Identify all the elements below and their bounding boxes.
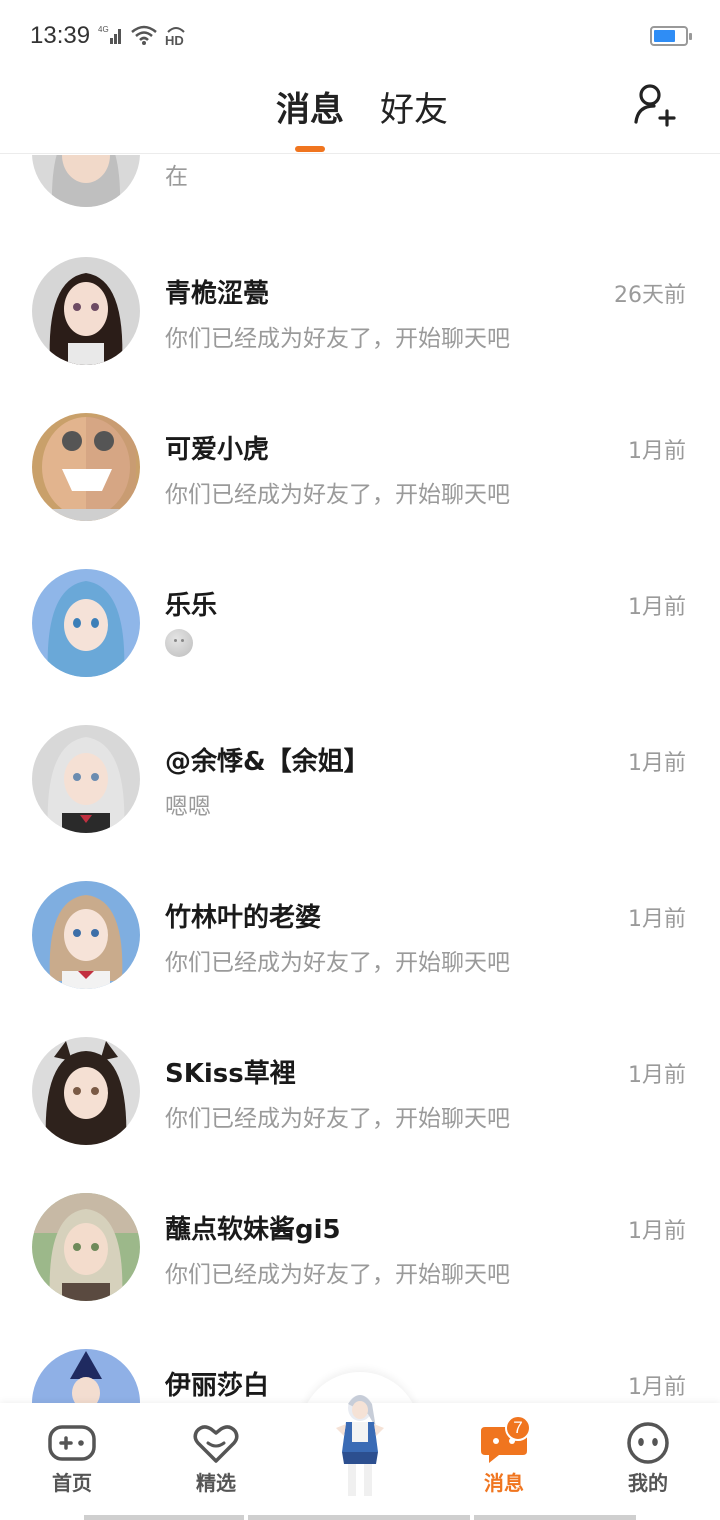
contact-name: @余悸&【余姐】 — [165, 747, 370, 777]
message-time: 1月前 — [628, 1375, 686, 1400]
face-icon — [627, 1422, 669, 1464]
tab-friends[interactable]: 好友 — [380, 82, 448, 131]
contact-name: 乐乐 — [165, 591, 218, 621]
nav-profile[interactable]: 我的 — [608, 1421, 688, 1496]
avatar — [32, 1193, 140, 1301]
status-icons: 4G HD — [98, 24, 188, 46]
avatar — [32, 1037, 140, 1145]
conversation-row[interactable]: 蘸点软妹酱gi5 你们已经成为好友了，开始聊天吧 1月前 — [0, 1193, 720, 1349]
avatar — [32, 257, 140, 365]
avatar — [32, 881, 140, 989]
message-time: 1月前 — [628, 751, 686, 776]
smiley-emoji-icon — [165, 629, 193, 657]
message-time: 1月前 — [628, 907, 686, 932]
heart-chat-icon — [193, 1425, 239, 1463]
conversation-list: 在 青桅涩甍 你们已经成为好友了，开始聊天吧 26天前 可爱小虎 你们已经成为好… — [0, 155, 720, 1405]
status-time: 13:39 — [30, 22, 91, 49]
avatar — [32, 569, 140, 677]
conversation-row[interactable]: 乐乐 1月前 — [0, 569, 720, 725]
message-preview: 你们已经成为好友了，开始聊天吧 — [165, 950, 510, 976]
message-preview: 在 — [165, 164, 188, 190]
message-preview: 你们已经成为好友了，开始聊天吧 — [165, 482, 510, 508]
network-label: 4G — [98, 25, 109, 34]
signal-icon: 4G — [98, 25, 124, 45]
avatar — [32, 1349, 140, 1405]
nav-label: 消息 — [484, 1471, 524, 1495]
gesture-bar — [474, 1515, 636, 1520]
message-time: 26天前 — [614, 283, 686, 308]
gamepad-icon — [48, 1425, 96, 1461]
contact-name: 可爱小虎 — [165, 435, 270, 465]
nav-featured[interactable]: 精选 — [176, 1421, 256, 1496]
contact-name: 蘸点软妹酱gi5 — [165, 1215, 341, 1245]
contact-name: 伊丽莎白 — [165, 1371, 270, 1401]
message-time: 1月前 — [628, 1219, 686, 1244]
avatar — [32, 725, 140, 833]
message-time: 1月前 — [628, 1063, 686, 1088]
wifi-icon — [130, 24, 158, 46]
message-time: 1月前 — [628, 439, 686, 464]
contact-name: 青桅涩甍 — [165, 279, 270, 309]
conversation-row[interactable]: 青桅涩甍 你们已经成为好友了，开始聊天吧 26天前 — [0, 257, 720, 413]
gesture-bar — [84, 1515, 244, 1520]
hd-label: HD — [165, 33, 184, 46]
conversation-row[interactable]: 竹林叶的老婆 你们已经成为好友了，开始聊天吧 1月前 — [0, 881, 720, 1037]
nav-messages[interactable]: 7 消息 — [464, 1415, 544, 1496]
battery-icon — [650, 26, 692, 46]
conversation-row[interactable]: SKiss草裡 你们已经成为好友了，开始聊天吧 1月前 — [0, 1037, 720, 1193]
tab-messages[interactable]: 消息 — [276, 82, 344, 131]
nav-label: 精选 — [196, 1471, 236, 1495]
message-preview — [165, 629, 193, 663]
contact-name: 竹林叶的老婆 — [165, 903, 322, 933]
header: 消息 好友 — [0, 72, 720, 154]
conversation-row[interactable]: @余悸&【余姐】 嗯嗯 1月前 — [0, 725, 720, 881]
message-preview: 嗯嗯 — [165, 794, 211, 820]
nav-home[interactable]: 首页 — [32, 1421, 112, 1496]
center-avatar-button[interactable] — [306, 1384, 414, 1502]
nav-label: 首页 — [52, 1471, 92, 1495]
nav-label: 我的 — [628, 1471, 668, 1495]
contact-name: SKiss草裡 — [165, 1059, 296, 1089]
message-preview: 你们已经成为好友了，开始聊天吧 — [165, 1106, 510, 1132]
message-time: 1月前 — [628, 595, 686, 620]
gesture-bar — [248, 1515, 470, 1520]
unread-badge: 7 — [505, 1415, 531, 1441]
hd-icon: HD — [164, 24, 188, 46]
conversation-row[interactable]: 可爱小虎 你们已经成为好友了，开始聊天吧 1月前 — [0, 413, 720, 569]
active-tab-indicator — [295, 146, 325, 152]
conversation-row[interactable]: 在 — [0, 155, 720, 221]
avatar — [32, 413, 140, 521]
message-preview: 你们已经成为好友了，开始聊天吧 — [165, 1262, 510, 1288]
status-bar: 13:39 4G HD — [0, 0, 720, 72]
message-preview: 你们已经成为好友了，开始聊天吧 — [165, 326, 510, 352]
avatar — [32, 155, 140, 207]
add-user-icon[interactable] — [632, 80, 680, 128]
